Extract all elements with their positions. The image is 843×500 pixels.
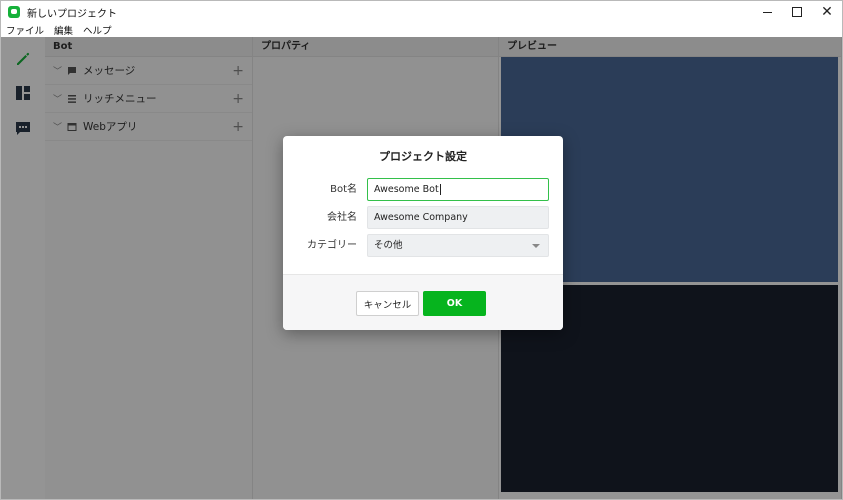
- dialog-footer: キャンセル OK: [283, 274, 563, 330]
- menu-help[interactable]: ヘルプ: [83, 23, 112, 37]
- ok-button[interactable]: OK: [423, 291, 486, 316]
- maximize-button[interactable]: [782, 1, 812, 23]
- company-name-row: 会社名 Awesome Company: [283, 206, 563, 229]
- cancel-button[interactable]: キャンセル: [356, 291, 419, 316]
- dropdown-arrow-icon: [532, 244, 540, 248]
- bot-name-input[interactable]: Awesome Bot: [367, 178, 549, 201]
- dialog-title: プロジェクト設定: [379, 150, 467, 163]
- company-name-input[interactable]: Awesome Company: [367, 206, 549, 229]
- menu-edit[interactable]: 編集: [54, 23, 73, 37]
- category-select[interactable]: その他: [367, 234, 549, 257]
- bot-name-label: Bot名: [330, 184, 357, 195]
- company-name-value: Awesome Company: [374, 212, 468, 223]
- category-row: カテゴリー その他: [283, 234, 563, 257]
- close-button[interactable]: ✕: [812, 1, 842, 23]
- category-value: その他: [374, 240, 403, 251]
- app-window: 新しいプロジェクト ✕ ファイル 編集 ヘルプ Bot ﹀ メッセージ + ﹀ …: [0, 0, 843, 500]
- window-controls: ✕: [752, 1, 842, 23]
- text-caret: [439, 184, 441, 195]
- menu-file[interactable]: ファイル: [6, 23, 44, 37]
- title-bar: 新しいプロジェクト ✕: [1, 1, 842, 23]
- minimize-button[interactable]: [752, 1, 782, 23]
- menu-bar: ファイル 編集 ヘルプ: [1, 23, 842, 37]
- bot-name-value: Awesome Bot: [374, 184, 439, 195]
- app-logo-icon: [8, 6, 20, 18]
- bot-name-row: Bot名 Awesome Bot: [283, 178, 563, 201]
- category-label: カテゴリー: [307, 240, 357, 251]
- company-name-label: 会社名: [327, 212, 357, 223]
- project-settings-dialog: プロジェクト設定 Bot名 Awesome Bot 会社名 Awesome Co…: [283, 136, 563, 330]
- window-title: 新しいプロジェクト: [27, 8, 117, 20]
